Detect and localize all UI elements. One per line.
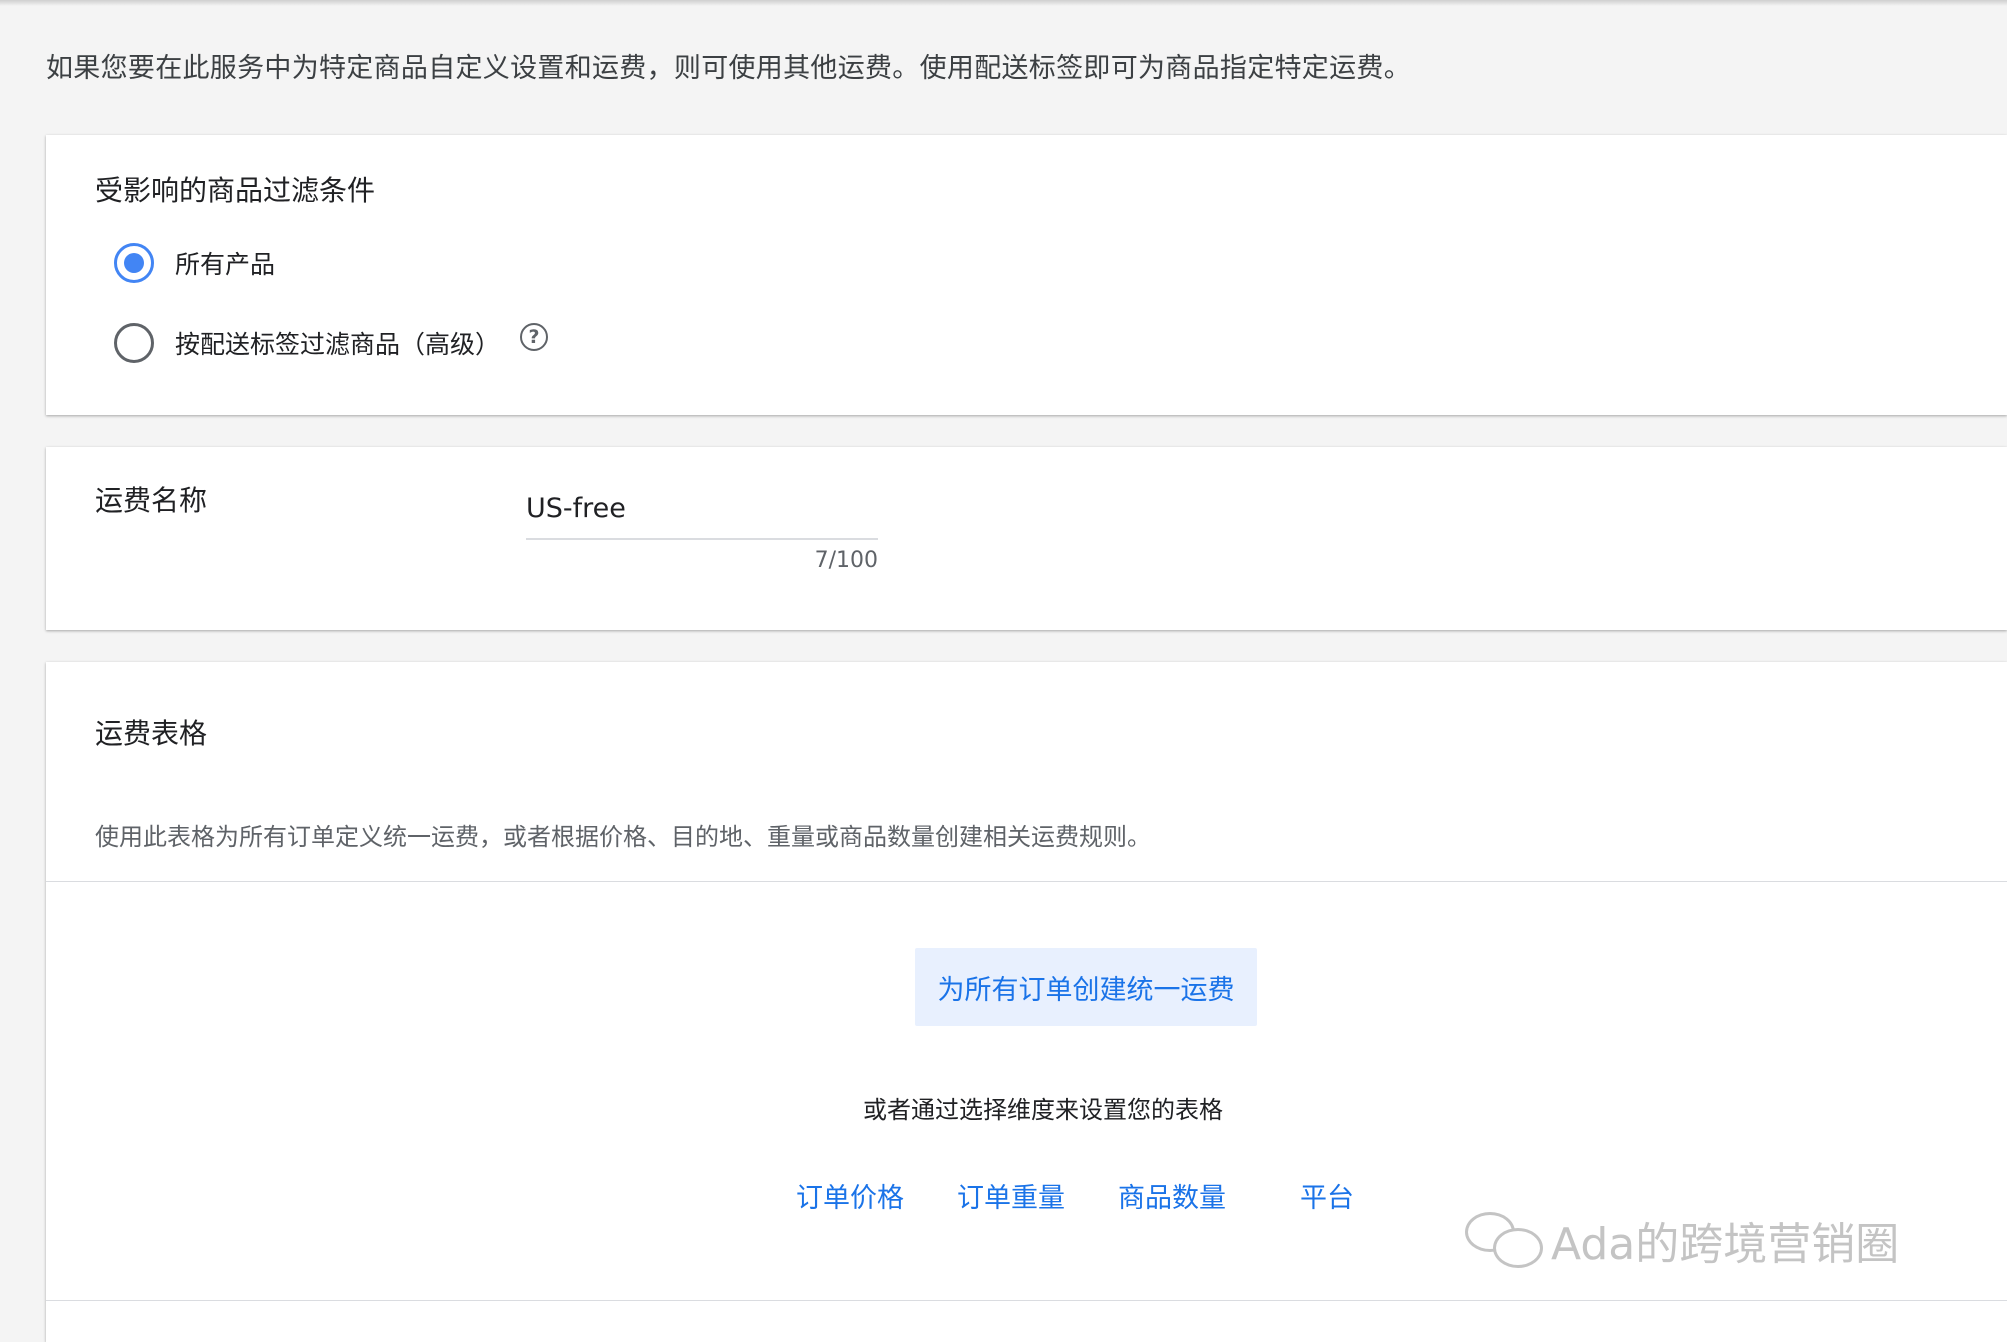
divider-bottom [46,1300,2007,1301]
dimension-item-count[interactable]: 商品数量 [1118,1176,1226,1215]
create-flat-rate-button[interactable]: 为所有订单创建统一运费 [915,948,1257,1026]
radio-unselected-icon[interactable] [114,323,154,363]
radio-filter-by-label[interactable]: 按配送标签过滤商品（高级） ? [114,321,548,365]
name-card-title: 运费名称 [95,479,207,519]
radio-all-products[interactable]: 所有产品 [114,241,275,285]
radio-selected-icon[interactable] [114,243,154,283]
or-dimension-text: 或者通过选择维度来设置您的表格 [46,1090,2007,1125]
radio-filter-by-label-label[interactable]: 按配送标签过滤商品（高级） [175,325,500,361]
radio-all-products-label[interactable]: 所有产品 [175,245,275,281]
rate-name-card: 运费名称 7/100 [46,447,2007,630]
char-counter: 7/100 [526,548,878,573]
dimension-order-price[interactable]: 订单价格 [796,1176,904,1215]
table-description: 使用此表格为所有订单定义统一运费，或者根据价格、目的地、重量或商品数量创建相关运… [95,817,1151,852]
dimension-platform[interactable]: 平台 [1300,1176,1354,1215]
help-icon[interactable]: ? [520,323,548,351]
watermark: Ada的跨境营销圈 [1463,1208,1899,1272]
wechat-icon [1463,1208,1545,1272]
dimension-order-weight[interactable]: 订单重量 [957,1176,1065,1215]
table-card-title: 运费表格 [95,712,207,752]
rate-name-input[interactable] [526,493,878,540]
watermark-text: Ada的跨境营销圈 [1551,1208,1899,1272]
filter-card-title: 受影响的商品过滤条件 [95,169,375,209]
top-shadow [0,0,2007,6]
intro-text: 如果您要在此服务中为特定商品自定义设置和运费，则可使用其他运费。使用配送标签即可… [46,46,1411,85]
product-filter-card: 受影响的商品过滤条件 所有产品 按配送标签过滤商品（高级） ? [46,135,2007,415]
rate-name-field[interactable]: 7/100 [526,493,878,573]
divider [46,881,2007,882]
